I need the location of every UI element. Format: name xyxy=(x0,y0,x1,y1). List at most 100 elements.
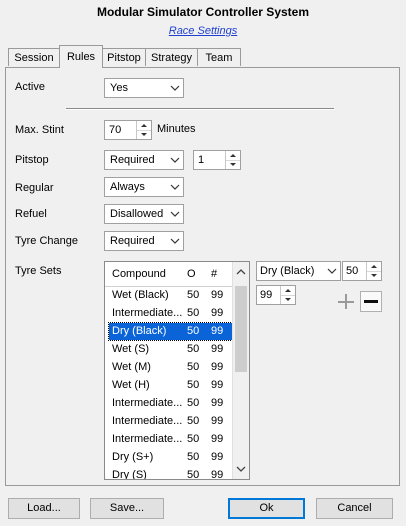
count-cell: 99 xyxy=(211,361,224,373)
tab-rules[interactable]: Rules xyxy=(59,45,103,68)
tyre-count-stepper[interactable]: 99 xyxy=(256,285,296,305)
tyre-change-dropdown[interactable]: Required xyxy=(104,231,184,251)
count-cell: 99 xyxy=(211,415,224,427)
chevron-down-icon xyxy=(170,238,180,244)
tab-session[interactable]: Session xyxy=(8,48,60,66)
column-header-count[interactable]: # xyxy=(211,268,217,280)
scroll-up-icon[interactable] xyxy=(236,268,246,276)
o-cell: 50 xyxy=(187,397,200,409)
list-item[interactable]: Wet (H) 50 99 xyxy=(109,377,232,394)
list-item[interactable]: Dry (S) 50 99 xyxy=(109,467,232,480)
refuel-label: Refuel xyxy=(15,208,47,220)
tab-pitstop[interactable]: Pitstop xyxy=(102,48,146,66)
max-stint-stepper[interactable]: 70 xyxy=(104,120,152,140)
chevron-down-icon xyxy=(170,157,180,163)
cancel-button[interactable]: Cancel xyxy=(316,498,393,519)
tab-team[interactable]: Team xyxy=(197,48,241,66)
o-cell: 50 xyxy=(187,361,200,373)
scrollbar-thumb[interactable] xyxy=(235,286,247,372)
count-cell: 99 xyxy=(211,433,224,445)
list-item[interactable]: Wet (S) 50 99 xyxy=(109,341,232,358)
column-header-compound[interactable]: Compound xyxy=(112,268,166,280)
count-cell: 99 xyxy=(211,325,224,337)
count-cell: 99 xyxy=(211,469,224,480)
spin-down-icon[interactable] xyxy=(226,160,240,169)
tab-strategy[interactable]: Strategy xyxy=(145,48,198,66)
minus-icon xyxy=(364,300,378,303)
active-value: Yes xyxy=(110,82,128,94)
spin-down-icon[interactable] xyxy=(137,130,151,139)
pitstop-value: Required xyxy=(110,154,155,166)
o-cell: 50 xyxy=(187,343,200,355)
list-scrollbar[interactable] xyxy=(232,262,249,479)
o-cell: 50 xyxy=(187,469,200,480)
spin-down-icon[interactable] xyxy=(281,295,295,304)
tyre-o-stepper[interactable]: 50 xyxy=(342,261,382,281)
pitstop-label: Pitstop xyxy=(15,154,49,166)
count-cell: 99 xyxy=(211,307,224,319)
list-header: Compound O # xyxy=(105,262,233,287)
list-item-selected[interactable]: Dry (Black) 50 99 xyxy=(108,322,233,341)
list-item[interactable]: Wet (M) 50 99 xyxy=(109,359,232,376)
list-item[interactable]: Dry (S+) 50 99 xyxy=(109,449,232,466)
compound-cell: Wet (H) xyxy=(112,379,150,391)
pitstop-count-value: 1 xyxy=(198,154,205,166)
list-item[interactable]: Intermediate... 50 99 xyxy=(109,305,232,322)
compound-cell: Wet (S) xyxy=(112,343,150,355)
chevron-down-icon xyxy=(327,268,337,274)
list-item[interactable]: Intermediate... 50 99 xyxy=(109,395,232,412)
race-settings-link[interactable]: Race Settings xyxy=(0,25,406,37)
compound-cell: Intermediate... xyxy=(112,415,182,427)
chevron-down-icon xyxy=(170,184,180,190)
ok-button[interactable]: Ok xyxy=(228,498,305,519)
refuel-dropdown[interactable]: Disallowed xyxy=(104,204,184,224)
tyre-change-label: Tyre Change xyxy=(15,235,78,247)
list-item[interactable]: Intermediate... 50 99 xyxy=(109,431,232,448)
compound-cell: Intermediate... xyxy=(112,433,182,445)
compound-cell: Dry (S) xyxy=(112,469,147,480)
active-dropdown[interactable]: Yes xyxy=(104,78,184,98)
o-cell: 50 xyxy=(187,289,200,301)
o-cell: 50 xyxy=(187,433,200,445)
max-stint-unit: Minutes xyxy=(157,123,196,135)
count-cell: 99 xyxy=(211,397,224,409)
tyre-count-value: 99 xyxy=(260,289,273,301)
regular-value: Always xyxy=(110,181,145,193)
separator xyxy=(66,108,334,110)
list-item[interactable]: Wet (Black) 50 99 xyxy=(109,287,232,304)
spin-down-icon[interactable] xyxy=(367,271,381,280)
compound-cell: Dry (Black) xyxy=(112,325,167,337)
tyre-sets-label: Tyre Sets xyxy=(15,265,62,277)
compound-cell: Dry (S+) xyxy=(112,451,154,463)
compound-cell: Intermediate... xyxy=(112,307,182,319)
o-cell: 50 xyxy=(187,307,200,319)
max-stint-label: Max. Stint xyxy=(15,124,64,136)
count-cell: 99 xyxy=(211,451,224,463)
tyre-o-value: 50 xyxy=(346,265,359,277)
load-button[interactable]: Load... xyxy=(8,498,80,519)
count-cell: 99 xyxy=(211,289,224,301)
compound-cell: Wet (Black) xyxy=(112,289,169,301)
max-stint-value: 70 xyxy=(109,124,122,136)
add-tyre-set-button[interactable] xyxy=(335,291,357,312)
column-header-o[interactable]: O xyxy=(187,268,196,280)
o-cell: 50 xyxy=(187,379,200,391)
compound-dropdown[interactable]: Dry (Black) xyxy=(256,261,341,281)
refuel-value: Disallowed xyxy=(110,208,164,220)
pitstop-count-stepper[interactable]: 1 xyxy=(193,150,241,170)
scroll-down-icon[interactable] xyxy=(236,465,246,473)
remove-tyre-set-button[interactable] xyxy=(360,291,382,312)
save-button[interactable]: Save... xyxy=(90,498,164,519)
o-cell: 50 xyxy=(187,415,200,427)
compound-value: Dry (Black) xyxy=(260,265,315,277)
tyre-sets-list[interactable]: Compound O # Wet (Black) 50 99 Intermediat… xyxy=(104,261,250,480)
compound-cell: Wet (M) xyxy=(112,361,151,373)
pitstop-dropdown[interactable]: Required xyxy=(104,150,184,170)
regular-label: Regular xyxy=(15,182,54,194)
count-cell: 99 xyxy=(211,379,224,391)
chevron-down-icon xyxy=(170,211,180,217)
list-item[interactable]: Intermediate... 50 99 xyxy=(109,413,232,430)
o-cell: 50 xyxy=(187,451,200,463)
regular-dropdown[interactable]: Always xyxy=(104,177,184,197)
count-cell: 99 xyxy=(211,343,224,355)
